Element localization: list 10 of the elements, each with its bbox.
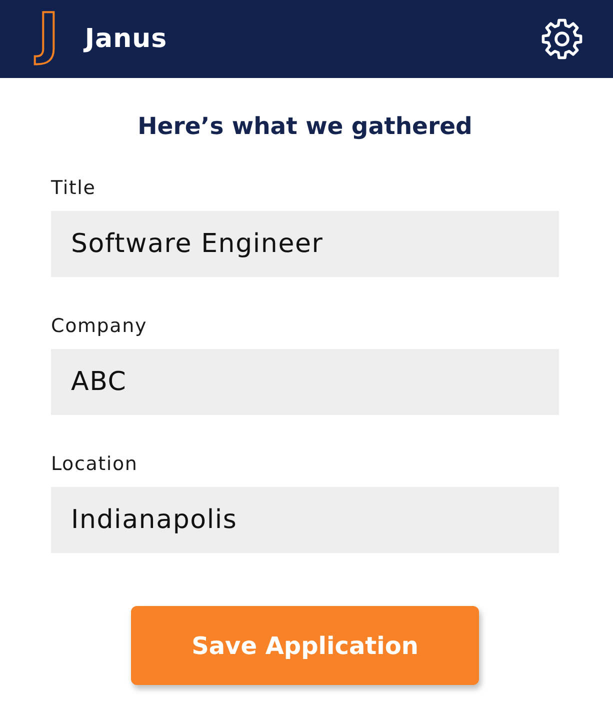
field-label: Title [51,177,96,199]
app-name: Janus [84,24,168,54]
settings-icon[interactable] [540,17,584,61]
text-field[interactable]: ABC [51,349,559,415]
text-field[interactable]: Indianapolis [51,487,559,553]
page-heading: Here’s what we gathered [138,111,472,142]
field-label: Location [51,453,138,475]
field-label: Company [51,315,147,337]
logo-mark: J [34,0,63,71]
text-field[interactable]: Software Engineer [51,211,559,277]
